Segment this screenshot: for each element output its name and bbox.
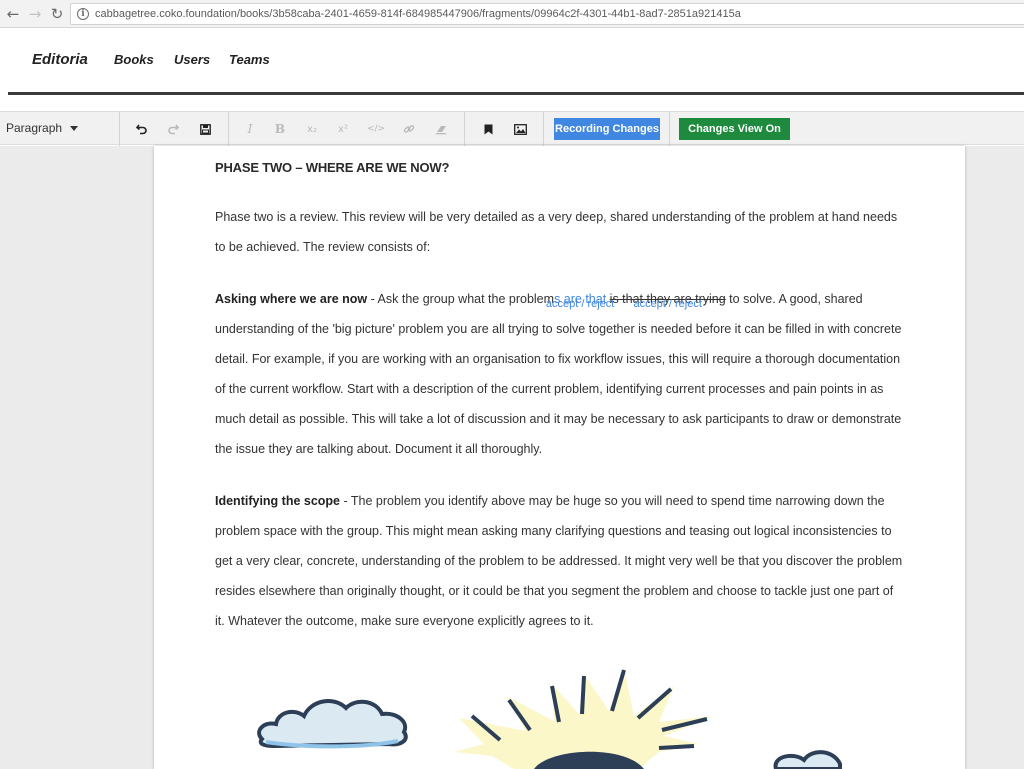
cloud-right-icon (773, 750, 842, 769)
nav-books[interactable]: Books (114, 52, 154, 67)
document-content[interactable]: PHASE TWO – WHERE ARE WE NOW? Phase two … (215, 156, 905, 636)
eraser-icon[interactable] (431, 112, 451, 146)
section-heading: PHASE TWO – WHERE ARE WE NOW? (215, 160, 450, 175)
app-header: Editoria Books Users Teams (0, 29, 1024, 95)
editor-toolbar: Paragraph I B x₂ x² </> Recording Change… (0, 111, 1024, 146)
paragraph-asking: Asking where we are now - Ask the group … (215, 284, 905, 464)
browser-toolbar: ← → ↻ i cabbagetree.coko.foundation/book… (0, 0, 1024, 28)
toolbar-separator (543, 112, 544, 146)
paragraph-text: - The problem you identify above may be … (215, 494, 903, 628)
paragraph-lead: Identifying the scope (215, 494, 341, 508)
recording-changes-button[interactable]: Recording Changes (554, 118, 660, 140)
subscript-icon[interactable]: x₂ (302, 112, 322, 146)
block-type-dropdown[interactable]: Paragraph (6, 121, 79, 135)
accept-reject-insertion-link[interactable]: accept / reject (546, 298, 614, 311)
toolbar-separator (119, 112, 120, 146)
forward-arrow-icon[interactable]: → (26, 5, 44, 23)
block-type-label: Paragraph (6, 121, 63, 135)
nav-users[interactable]: Users (174, 52, 210, 67)
code-icon[interactable]: </> (366, 112, 386, 146)
sun-icon (454, 668, 714, 769)
changes-view-button[interactable]: Changes View On (679, 118, 790, 140)
toolbar-separator (228, 112, 229, 146)
toolbar-separator (464, 112, 465, 146)
header-divider (8, 92, 1024, 95)
toolbar-separator (669, 112, 670, 146)
nav-teams[interactable]: Teams (229, 52, 270, 67)
tracked-deletion[interactable]: is that they are trying accept / reject (610, 284, 726, 314)
image-icon[interactable] (510, 112, 530, 146)
italic-icon[interactable]: I (240, 112, 260, 146)
undo-icon[interactable] (132, 112, 152, 146)
tracked-insertion[interactable]: s are that accept / reject (546, 284, 614, 314)
paragraph-lead: Asking where we are now (215, 292, 368, 306)
address-bar[interactable]: i cabbagetree.coko.foundation/books/3b58… (70, 3, 1024, 25)
chevron-down-icon (70, 125, 79, 131)
superscript-icon[interactable]: x² (333, 112, 353, 146)
cloud-left-icon (257, 699, 408, 749)
url-text: cabbagetree.coko.foundation/books/3b58ca… (95, 8, 741, 20)
paragraph-scope: Identifying the scope - The problem you … (215, 486, 905, 636)
paragraph-intro: Phase two is a review. This review will … (215, 210, 898, 254)
site-info-icon[interactable]: i (77, 8, 89, 20)
document-page[interactable]: PHASE TWO – WHERE ARE WE NOW? Phase two … (154, 146, 965, 769)
editor-canvas: PHASE TWO – WHERE ARE WE NOW? Phase two … (0, 146, 1024, 769)
bookmark-icon[interactable] (478, 112, 498, 146)
brand-logo[interactable]: Editoria (32, 51, 88, 68)
illustration-image[interactable] (154, 656, 965, 769)
reload-icon[interactable]: ↻ (48, 5, 66, 23)
save-icon[interactable] (195, 112, 215, 146)
redo-icon[interactable] (163, 112, 183, 146)
accept-reject-deletion-link[interactable]: accept / reject (633, 298, 701, 311)
bold-icon[interactable]: B (270, 112, 290, 146)
paragraph-text: to solve. A good, shared understanding o… (215, 292, 902, 456)
link-icon[interactable] (399, 112, 419, 146)
back-arrow-icon[interactable]: ← (4, 5, 22, 23)
paragraph-text: - Ask the group what the problem (367, 292, 555, 306)
